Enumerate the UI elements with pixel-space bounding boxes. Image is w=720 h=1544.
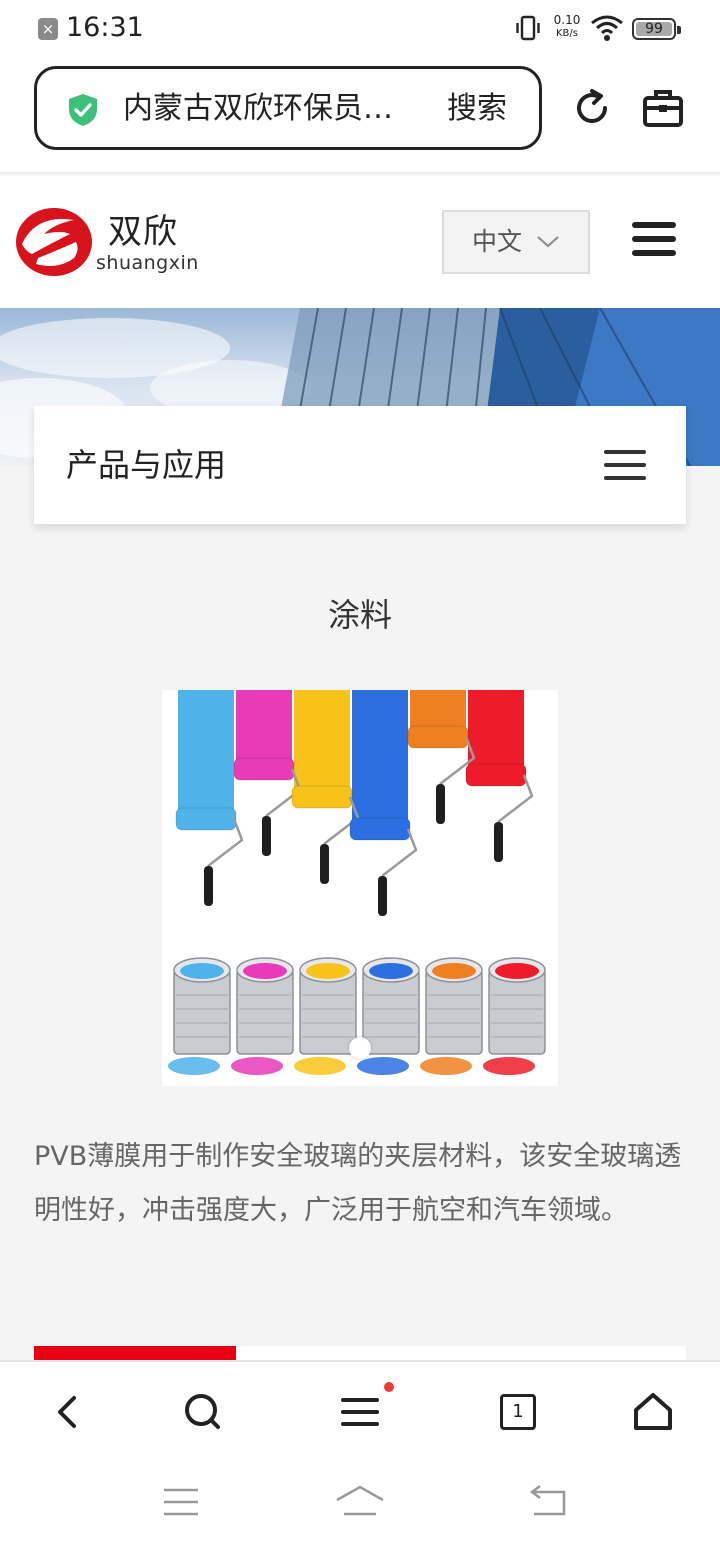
- category-header-card: 产品与应用: [34, 406, 686, 524]
- paint-can-paint: [432, 963, 476, 979]
- paint-roller: [349, 817, 411, 841]
- menu-icon[interactable]: [337, 1390, 383, 1434]
- paint-splash: [420, 1057, 472, 1075]
- carousel-dot[interactable]: [349, 1037, 371, 1059]
- paint-roller: [291, 785, 353, 809]
- wifi-icon: [591, 15, 623, 41]
- paint-strip: [468, 690, 524, 768]
- toolbox-icon[interactable]: [642, 88, 684, 128]
- back-icon[interactable]: [44, 1390, 90, 1434]
- paint-can-paint: [306, 963, 350, 979]
- browser-bottom-bar: 1: [0, 1360, 720, 1460]
- roller-handle: [494, 822, 503, 862]
- category-menu-icon[interactable]: [604, 450, 646, 482]
- paint-splash: [357, 1057, 409, 1075]
- recent-apps-icon[interactable]: [162, 1484, 200, 1520]
- language-label: 中文: [472, 227, 523, 256]
- product-title: 涂料: [327, 596, 392, 634]
- product-image-carousel[interactable]: [162, 690, 558, 1086]
- vibrate-icon: [516, 15, 540, 41]
- paint-splash: [483, 1057, 535, 1075]
- paint-splash: [168, 1057, 220, 1075]
- paint-can-paint: [495, 963, 539, 979]
- site-header: 双欣 shuangxin 中文: [0, 176, 720, 308]
- logo-english-name: shuangxin: [96, 252, 199, 274]
- notification-close-icon: ×: [38, 18, 58, 40]
- paint-strip: [178, 690, 234, 812]
- paint-can-paint: [369, 963, 413, 979]
- paint-strip: [294, 690, 350, 790]
- network-speed: 0.10 KB/s: [553, 13, 581, 40]
- battery-level: 99: [645, 21, 663, 37]
- paint-roller: [175, 807, 237, 831]
- roller-handle: [204, 866, 213, 906]
- system-home-icon[interactable]: [334, 1484, 386, 1520]
- tabs-button[interactable]: 1: [500, 1394, 536, 1430]
- url-field[interactable]: 内蒙古双欣环保员… 搜索: [34, 66, 542, 150]
- product-description: PVB薄膜用于制作安全玻璃的夹层材料，该安全玻璃透明性好，冲击强度大，广泛用于航…: [34, 1141, 682, 1226]
- paint-roller: [407, 725, 469, 749]
- site-menu-icon[interactable]: [632, 222, 676, 258]
- paint-roller: [465, 763, 527, 787]
- paint-can-paint: [243, 963, 287, 979]
- home-icon[interactable]: [630, 1390, 676, 1434]
- roller-handle: [262, 816, 271, 856]
- secure-shield-icon: [69, 94, 97, 126]
- paint-can-paint: [180, 963, 224, 979]
- chevron-down-icon: [537, 236, 559, 248]
- status-bar: × 16:31 0.10 KB/s 99: [0, 0, 720, 58]
- language-select[interactable]: 中文: [442, 210, 590, 274]
- paint-splash: [294, 1057, 346, 1075]
- system-navigation-bar: [0, 1460, 720, 1544]
- active-tab-indicator: [34, 1346, 236, 1360]
- logo-chinese-name: 双欣: [108, 212, 178, 252]
- search-button[interactable]: 搜索: [447, 89, 507, 129]
- paint-strip: [410, 690, 466, 730]
- roller-handle: [320, 844, 329, 884]
- status-time: 16:31: [66, 12, 144, 43]
- roller-handle: [378, 876, 387, 916]
- paint-roller: [233, 757, 295, 781]
- category-title: 产品与应用: [66, 446, 227, 484]
- reload-icon[interactable]: [570, 86, 614, 130]
- roller-handle: [436, 784, 445, 824]
- paint-splash: [231, 1057, 283, 1075]
- menu-notification-dot: [384, 1382, 394, 1392]
- paint-rollers-image: [162, 690, 558, 1086]
- search-icon[interactable]: [180, 1390, 226, 1434]
- shuangxin-logo-icon[interactable]: [14, 204, 94, 280]
- paint-strip: [236, 690, 292, 762]
- section-tab-strip: [34, 1346, 686, 1360]
- system-back-icon[interactable]: [528, 1484, 570, 1520]
- browser-address-bar: 内蒙古双欣环保员… 搜索: [0, 58, 720, 174]
- paint-strip: [352, 690, 408, 822]
- url-text[interactable]: 内蒙古双欣环保员…: [123, 89, 423, 129]
- battery-indicator: 99: [632, 18, 681, 40]
